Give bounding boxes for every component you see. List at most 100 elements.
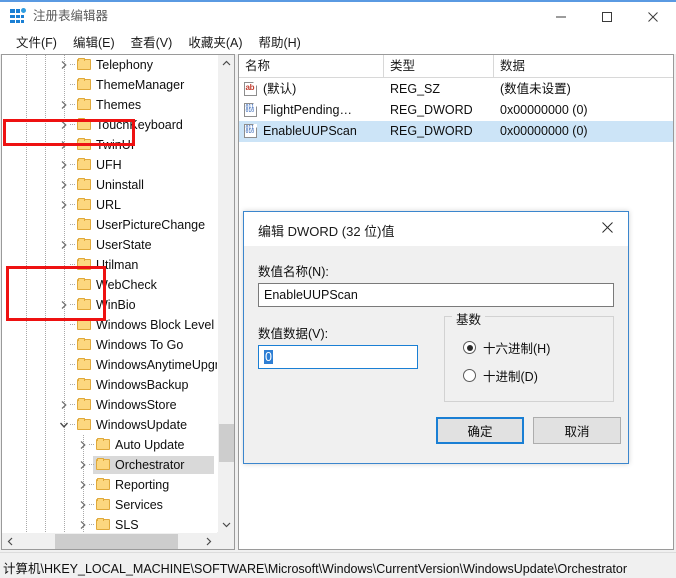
tree-vertical-scrollbar[interactable] — [217, 55, 234, 533]
tree-item-userstate[interactable]: UserState — [2, 235, 217, 255]
value-data-input[interactable]: 0 — [258, 345, 418, 369]
tree-item-label: ThemeManager — [96, 78, 185, 92]
dialog-body: 数值名称(N): EnableUUPScan 数值数据(V): 0 基数 十六进… — [244, 246, 628, 463]
cell-name: FlightPending… — [263, 103, 352, 117]
dialog-title: 编辑 DWORD (32 位)值 — [258, 224, 395, 239]
tree-item-touchkeyboard[interactable]: TouchKeyboard — [2, 115, 217, 135]
folder-icon — [76, 355, 92, 375]
tree-horizontal-scrollbar[interactable] — [2, 532, 217, 549]
tree-item-twinui[interactable]: TwinUI — [2, 135, 217, 155]
tree-expander-icon[interactable] — [58, 415, 70, 435]
tree-item-label: URL — [96, 198, 122, 212]
radio-decimal[interactable]: 十进制(D) — [463, 366, 538, 385]
cell-data: 0x00000000 (0) — [500, 103, 588, 117]
folder-icon — [76, 275, 92, 295]
tree-expander-icon[interactable] — [58, 155, 70, 175]
tree-item-label: WindowsStore — [96, 398, 177, 412]
scroll-left-icon[interactable] — [2, 533, 19, 549]
scroll-right-icon[interactable] — [200, 533, 217, 549]
column-header-name[interactable]: 名称 — [239, 55, 384, 77]
tree-item-webcheck[interactable]: WebCheck — [2, 275, 217, 295]
tree-item-label: Windows To Go — [96, 338, 184, 352]
tree-item-windows-to-go[interactable]: Windows To Go — [2, 335, 217, 355]
folder-icon — [76, 175, 92, 195]
column-header-type[interactable]: 类型 — [384, 55, 494, 77]
tree-item-label: Services — [115, 498, 163, 512]
close-button[interactable] — [630, 2, 676, 32]
radio-hexadecimal[interactable]: 十六进制(H) — [463, 338, 550, 357]
value-name-input[interactable]: EnableUUPScan — [258, 283, 614, 307]
folder-icon — [95, 455, 111, 475]
folder-icon — [76, 55, 92, 75]
tree-item-label: UserPictureChange — [96, 218, 206, 232]
tree-item-sls[interactable]: SLS — [2, 515, 217, 533]
tree-expander-icon[interactable] — [58, 55, 70, 75]
dialog-title-bar: 编辑 DWORD (32 位)值 — [244, 212, 628, 246]
tree-item-telephony[interactable]: Telephony — [2, 55, 217, 75]
tree-item-windowsbackup[interactable]: WindowsBackup — [2, 375, 217, 395]
tree-expander-icon[interactable] — [77, 435, 89, 455]
scroll-up-icon[interactable] — [218, 55, 234, 72]
tree-expander-icon[interactable] — [77, 495, 89, 515]
list-row[interactable]: ab (默认) REG_SZ (数值未设置) — [239, 79, 673, 100]
folder-icon — [76, 115, 92, 135]
minimize-button[interactable] — [538, 2, 584, 32]
menu-view[interactable]: 查看(V) — [123, 33, 181, 53]
tree-expander-icon[interactable] — [58, 175, 70, 195]
tree-item-windowsanytimeupgr[interactable]: WindowsAnytimeUpgr — [2, 355, 217, 375]
list-row[interactable]: 011 010 FlightPending… REG_DWORD 0x00000000 … — [239, 100, 673, 121]
radio-hexadecimal-icon — [463, 341, 476, 354]
maximize-button[interactable] — [584, 2, 630, 32]
registry-tree-pane: Telephony ThemeManager Themes TouchKeyboard… — [1, 54, 235, 550]
tree-item-utilman[interactable]: Utilman — [2, 255, 217, 275]
status-path: 计算机\HKEY_LOCAL_MACHINE\SOFTWARE\Microsof… — [3, 562, 628, 576]
tree-item-orchestrator[interactable]: Orchestrator — [2, 455, 217, 475]
tree-item-themes[interactable]: Themes — [2, 95, 217, 115]
window-title: 注册表编辑器 — [33, 9, 109, 23]
tree-item-label: TouchKeyboard — [96, 118, 183, 132]
tree-item-thememanager[interactable]: ThemeManager — [2, 75, 217, 95]
list-row[interactable]: 011 010 EnableUUPScan REG_DWORD 0x00000000 (… — [239, 121, 673, 142]
tree-expander-icon[interactable] — [58, 235, 70, 255]
menu-help[interactable]: 帮助(H) — [250, 33, 308, 53]
dword-value-icon: 011 010 — [244, 124, 259, 139]
registry-grid-icon — [10, 7, 27, 24]
folder-icon — [76, 235, 92, 255]
tree-item-url[interactable]: URL — [2, 195, 217, 215]
folder-icon — [76, 215, 92, 235]
menu-favorites[interactable]: 收藏夹(A) — [180, 33, 250, 53]
tree-item-label: WinBio — [96, 298, 136, 312]
tree-expander-icon[interactable] — [77, 475, 89, 495]
folder-icon — [76, 375, 92, 395]
tree-expander-icon[interactable] — [77, 515, 89, 533]
tree-item-windows-block-level[interactable]: Windows Block Level — [2, 315, 217, 335]
tree-scroll-thumb[interactable] — [219, 424, 234, 462]
tree-expander-icon[interactable] — [58, 115, 70, 135]
dialog-close-icon[interactable] — [586, 212, 628, 242]
tree-item-ufh[interactable]: UFH — [2, 155, 217, 175]
tree-item-winbio[interactable]: WinBio — [2, 295, 217, 315]
tree-item-windowsstore[interactable]: WindowsStore — [2, 395, 217, 415]
tree-expander-icon[interactable] — [77, 455, 89, 475]
tree-item-services[interactable]: Services — [2, 495, 217, 515]
tree-expander-icon[interactable] — [58, 295, 70, 315]
tree-expander-icon[interactable] — [58, 195, 70, 215]
ok-button[interactable]: 确定 — [436, 417, 524, 444]
tree-item-userpicturechange[interactable]: UserPictureChange — [2, 215, 217, 235]
tree-item-uninstall[interactable]: Uninstall — [2, 175, 217, 195]
tree-expander-icon[interactable] — [58, 395, 70, 415]
tree-item-auto-update[interactable]: Auto Update — [2, 435, 217, 455]
menu-edit[interactable]: 编辑(E) — [65, 33, 123, 53]
tree-item-windowsupdate[interactable]: WindowsUpdate — [2, 415, 217, 435]
menu-file[interactable]: 文件(F) — [8, 33, 65, 53]
registry-tree[interactable]: Telephony ThemeManager Themes TouchKeyboard… — [2, 55, 217, 533]
folder-icon — [76, 295, 92, 315]
tree-item-reporting[interactable]: Reporting — [2, 475, 217, 495]
column-header-data[interactable]: 数据 — [494, 55, 673, 77]
cancel-button[interactable]: 取消 — [533, 417, 621, 444]
tree-hscroll-thumb[interactable] — [55, 534, 178, 549]
value-data-label: 数值数据(V): — [258, 327, 329, 341]
scroll-down-icon[interactable] — [218, 516, 234, 533]
tree-expander-icon[interactable] — [58, 135, 70, 155]
tree-expander-icon[interactable] — [58, 95, 70, 115]
